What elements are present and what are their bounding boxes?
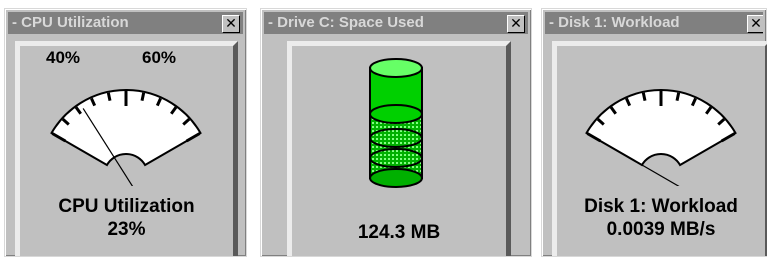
cpu-utilization-value: 23%: [107, 219, 146, 240]
gauge-right-label: 60%: [142, 48, 177, 67]
close-icon: ✕: [510, 15, 522, 31]
close-icon: ✕: [225, 15, 237, 31]
disk-gauge-panel: Disk 1: Workload 0.0039 MB/s: [552, 41, 767, 256]
close-icon: ✕: [750, 15, 762, 31]
disk-workload-widget: - Disk 1: Workload ✕ Disk 1: Workload 0.…: [541, 8, 767, 257]
cpu-gauge-dial: [50, 89, 202, 186]
disk-widget-title: - Disk 1: Workload: [549, 14, 680, 31]
gauge-tick: [106, 92, 112, 101]
disk-workload-label: Disk 1: Workload: [584, 196, 738, 217]
cpu-gauge-panel: 40% 60% CPU Utilization 23%: [15, 41, 238, 256]
drive-panel: 124.3 MB: [287, 41, 511, 256]
cpu-close-button[interactable]: ✕: [222, 15, 240, 33]
drive-space-widget: - Drive C: Space Used ✕ 124.3 MB: [260, 8, 532, 257]
disk-workload-value: 0.0039 MB/s: [606, 219, 716, 240]
cpu-utilization-label: CPU Utilization: [58, 196, 195, 217]
disk-cylinder-icon: [369, 58, 423, 188]
gauge-face: [585, 89, 737, 167]
cpu-widget-titlebar[interactable]: - CPU Utilization ✕: [8, 12, 243, 34]
drive-widget-title: - Drive C: Space Used: [268, 14, 424, 31]
drive-close-button[interactable]: ✕: [507, 15, 525, 33]
disk-widget-titlebar[interactable]: - Disk 1: Workload ✕: [545, 12, 763, 34]
disk-gauge-dial: [585, 89, 737, 186]
gauge-tick: [140, 92, 146, 101]
drive-space-value: 124.3 MB: [357, 222, 441, 243]
gauge-left-label: 40%: [46, 48, 81, 67]
gauge-tick: [675, 92, 681, 101]
gauge-tick: [641, 92, 647, 101]
cpu-widget-title: - CPU Utilization: [12, 14, 129, 31]
cpu-utilization-widget: - CPU Utilization ✕ 40% 60% CPU Utilizat…: [4, 8, 247, 257]
disk-close-button[interactable]: ✕: [747, 15, 763, 33]
gauge-face: [50, 89, 202, 167]
drive-widget-titlebar[interactable]: - Drive C: Space Used ✕: [264, 12, 528, 34]
